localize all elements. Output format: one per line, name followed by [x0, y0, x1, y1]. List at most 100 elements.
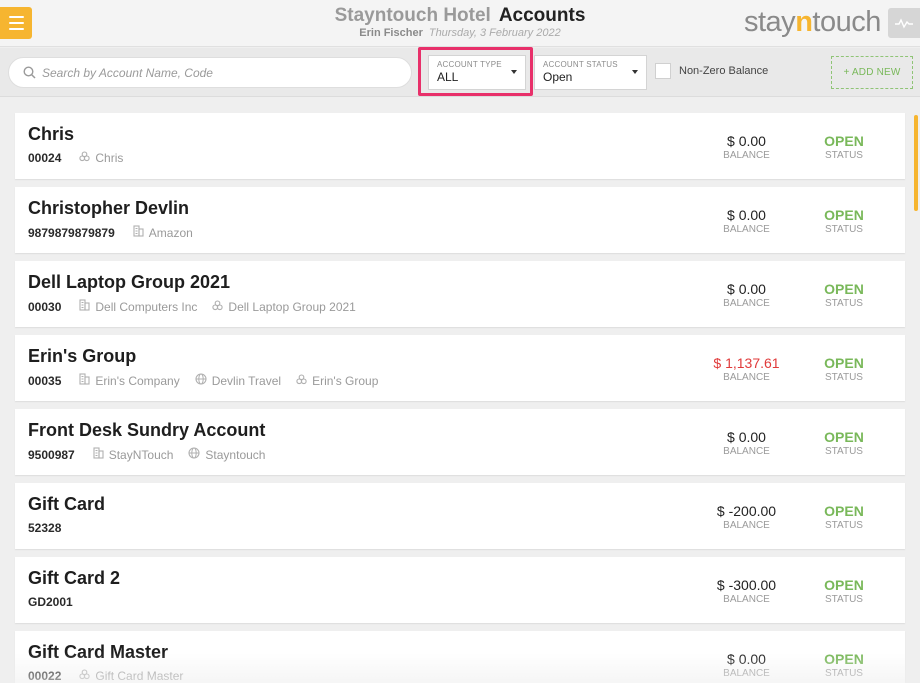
account-status: OPEN STATUS: [808, 355, 880, 384]
globe-icon: [195, 373, 212, 388]
scrollbar[interactable]: [914, 115, 918, 211]
group-icon: [79, 151, 95, 165]
account-tag: Gift Card Master: [79, 669, 183, 683]
account-tag: Chris: [79, 151, 123, 165]
status-label: STATUS: [825, 224, 863, 235]
group-icon: [212, 299, 228, 314]
balance-amount: $ 0.00: [727, 281, 766, 297]
account-row[interactable]: Christopher Devlin 9879879879879 Amazon …: [15, 187, 905, 253]
account-list: Chris 00024 Chris $ 0.00 BALANCE OPEN ST…: [15, 113, 905, 683]
status-badge: OPEN: [824, 355, 864, 371]
search-input[interactable]: [42, 65, 402, 80]
account-tag-text: Dell Laptop Group 2021: [228, 299, 356, 314]
non-zero-balance-toggle[interactable]: Non-Zero Balance: [655, 63, 768, 79]
account-meta: 00035 Erin's Company Devlin Travel Erin's …: [28, 373, 393, 388]
account-status: OPEN STATUS: [808, 577, 880, 606]
balance-label: BALANCE: [723, 298, 770, 309]
account-status: OPEN STATUS: [808, 429, 880, 458]
account-tag: Erin's Company: [79, 373, 180, 388]
header-bar: Stayntouch Hotel Accounts Erin Fischer Thu…: [0, 0, 920, 47]
balance-label: BALANCE: [723, 372, 770, 383]
stayntouch-logo: stayntouch: [744, 6, 881, 38]
account-tag: Dell Laptop Group 2021: [212, 299, 356, 314]
balance-label: BALANCE: [723, 594, 770, 605]
account-row[interactable]: Gift Card Master 00022 Gift Card Master …: [15, 631, 905, 683]
account-balance: $ 1,137.61 BALANCE: [695, 355, 798, 384]
non-zero-balance-label: Non-Zero Balance: [679, 65, 769, 77]
user-name: Erin Fischer: [359, 27, 423, 39]
status-badge: OPEN: [824, 503, 864, 519]
account-status: OPEN STATUS: [808, 503, 880, 532]
account-type-value: ALL: [437, 70, 459, 84]
account-tag: Stayntouch: [188, 447, 265, 462]
account-name: Gift Card: [28, 494, 106, 514]
account-balance: $ -300.00 BALANCE: [695, 577, 798, 606]
non-zero-balance-checkbox[interactable]: [655, 63, 671, 79]
account-tag-text: Stayntouch: [205, 447, 266, 462]
business-date: Thursday, 3 February 2022: [428, 27, 561, 39]
account-type-select[interactable]: ACCOUNT TYPE ALL: [428, 55, 526, 90]
account-tag-text: Amazon: [148, 225, 193, 240]
account-name: Christopher Devlin: [28, 198, 190, 218]
account-row[interactable]: Gift Card 52328 $ -200.00 BALANCE OPEN S…: [15, 483, 905, 549]
account-row[interactable]: Erin's Group 00035 Erin's Company Devlin …: [15, 335, 905, 401]
hotel-name: Stayntouch Hotel: [334, 5, 491, 26]
account-balance: $ 0.00 BALANCE: [695, 207, 798, 236]
account-tag-text: Chris: [95, 151, 124, 165]
balance-label: BALANCE: [723, 446, 770, 457]
search-icon: [23, 66, 36, 79]
account-tag: Erin's Group: [296, 374, 378, 388]
status-badge: OPEN: [824, 429, 864, 445]
account-meta: GD2001: [28, 595, 91, 609]
account-code: 9879879879879: [28, 225, 115, 240]
balance-amount: $ 1,137.61: [713, 355, 780, 371]
account-status-value: Open: [543, 70, 573, 84]
status-label: STATUS: [825, 520, 863, 531]
account-meta: 00022 Gift Card Master: [28, 669, 198, 683]
account-tag-text: Gift Card Master: [95, 669, 184, 683]
balance-amount: $ 0.00: [727, 651, 766, 667]
activity-button[interactable]: [888, 8, 920, 38]
account-tag-text: Dell Computers Inc: [95, 299, 198, 314]
account-balance: $ 0.00 BALANCE: [695, 133, 798, 162]
account-row[interactable]: Gift Card 2 GD2001 $ -300.00 BALANCE OPE…: [15, 557, 905, 623]
account-row[interactable]: Front Desk Sundry Account 9500987 StayNT…: [15, 409, 905, 475]
caret-down-icon: [511, 70, 517, 74]
account-tag-text: Erin's Group: [312, 373, 379, 388]
account-balance: $ 0.00 BALANCE: [695, 281, 798, 310]
status-label: STATUS: [825, 446, 863, 457]
account-row[interactable]: Chris 00024 Chris $ 0.00 BALANCE OPEN ST…: [15, 113, 905, 179]
account-name: Erin's Group: [28, 346, 137, 366]
status-label: STATUS: [825, 668, 863, 679]
group-icon: [296, 373, 312, 388]
balance-label: BALANCE: [723, 668, 770, 679]
status-badge: OPEN: [824, 133, 864, 149]
balance-amount: $ -300.00: [716, 577, 777, 593]
account-code: GD2001: [28, 595, 73, 609]
add-new-button[interactable]: + ADD NEW: [831, 56, 913, 89]
balance-label: BALANCE: [723, 150, 770, 161]
balance-amount: $ 0.00: [727, 133, 766, 149]
account-status: OPEN STATUS: [808, 651, 880, 680]
account-tag-text: Devlin Travel: [211, 373, 282, 388]
company-icon: [133, 225, 149, 240]
balance-label: BALANCE: [723, 224, 770, 235]
account-tag-text: StayNTouch: [108, 447, 174, 462]
account-status: OPEN STATUS: [808, 281, 880, 310]
balance-label: BALANCE: [723, 520, 770, 531]
account-status-select[interactable]: ACCOUNT STATUS Open: [534, 55, 647, 90]
status-badge: OPEN: [824, 207, 864, 223]
account-code: 00030: [28, 299, 62, 314]
account-tag: Devlin Travel: [195, 373, 281, 388]
page-title: Accounts: [498, 5, 586, 26]
account-code: 52328: [28, 521, 62, 535]
filter-bar: ACCOUNT TYPE ALL ACCOUNT STATUS Open: [0, 48, 920, 97]
search-field[interactable]: [8, 57, 412, 88]
balance-amount: $ 0.00: [727, 429, 766, 445]
company-icon: [79, 299, 95, 314]
group-icon: [79, 669, 95, 683]
account-name: Gift Card Master: [28, 642, 169, 662]
pulse-icon: [895, 18, 913, 29]
account-code: 9500987: [28, 447, 75, 462]
account-row[interactable]: Dell Laptop Group 2021 00030 Dell Comput…: [15, 261, 905, 327]
